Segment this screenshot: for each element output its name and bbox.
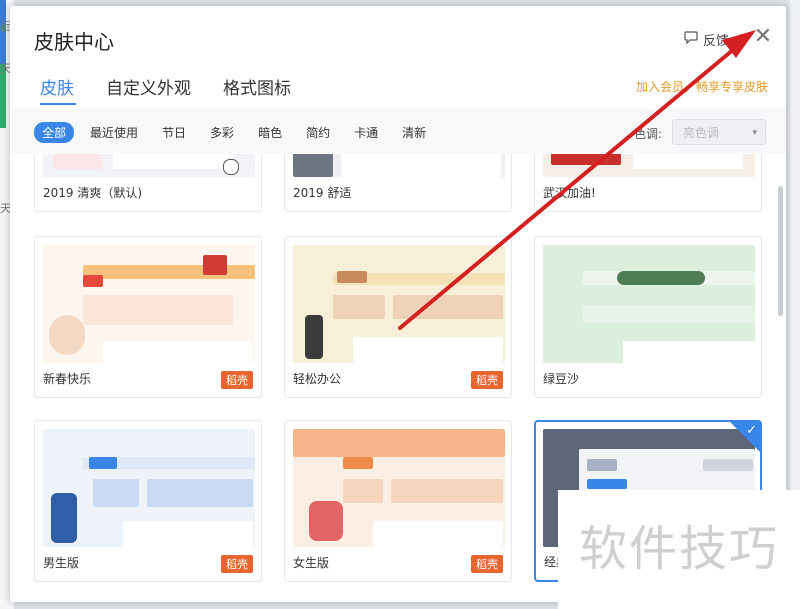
skin-card[interactable]: 男生版 稻壳: [34, 420, 262, 582]
filter-chip-fresh[interactable]: 清新: [394, 122, 434, 143]
skin-card[interactable]: 女生版 稻壳: [284, 420, 512, 582]
tab-skins[interactable]: 皮肤: [40, 74, 74, 99]
skin-name: 新春快乐: [43, 372, 92, 386]
docer-badge: 稻壳: [221, 371, 253, 389]
docer-badge: 稻壳: [471, 555, 503, 573]
filter-chip-dark[interactable]: 暗色: [250, 122, 290, 143]
skin-name: 轻松办公: [293, 372, 342, 386]
filter-chip-all[interactable]: 全部: [34, 122, 75, 143]
watermark: 软件技巧: [558, 490, 800, 609]
active-tab-indicator: [40, 103, 76, 105]
chevron-down-icon: ▾: [752, 128, 757, 138]
skin-card[interactable]: 绿豆沙: [534, 236, 762, 398]
skin-card[interactable]: 武汉加油!: [534, 154, 762, 212]
tab-bar: 皮肤 自定义外观 格式图标: [40, 74, 291, 99]
docer-badge: 稻壳: [471, 371, 503, 389]
feedback-label: 反馈: [703, 34, 730, 49]
skin-name: 男生版: [43, 556, 80, 570]
docer-badge: 稻壳: [221, 555, 253, 573]
checkmark-icon: ✓: [746, 423, 757, 438]
filter-chip-cartoon[interactable]: 卡通: [346, 122, 386, 143]
skin-thumbnail: [293, 245, 505, 363]
skin-name: 2019 清爽（默认): [43, 186, 143, 200]
filter-chip-simple[interactable]: 简约: [298, 122, 338, 143]
skin-card[interactable]: 2019 舒适: [284, 154, 512, 212]
skin-card[interactable]: 2019 清爽（默认): [34, 154, 262, 212]
skin-thumbnail: [43, 245, 255, 363]
feedback-button[interactable]: 反馈: [684, 30, 729, 49]
skin-card[interactable]: 轻松办公 稻壳: [284, 236, 512, 398]
skin-name: 2019 舒适: [293, 186, 352, 200]
skin-card[interactable]: 新春快乐 稻壳: [34, 236, 262, 398]
tab-custom-appearance[interactable]: 自定义外观: [106, 74, 191, 99]
skin-thumbnail: [543, 245, 755, 363]
chat-bubble-icon: [684, 31, 698, 48]
tone-select-value: 亮色调: [683, 126, 720, 140]
filter-chip-holiday[interactable]: 节日: [154, 122, 194, 143]
membership-promo-link[interactable]: 加入会员，畅享专享皮肤: [636, 78, 768, 95]
grid-scrollbar[interactable]: [778, 186, 783, 316]
tone-label: 色调:: [634, 127, 663, 141]
skin-thumbnail: [43, 154, 255, 177]
tab-format-icons[interactable]: 格式图标: [223, 74, 291, 99]
filter-chip-recent[interactable]: 最近使用: [82, 122, 146, 143]
skin-name: 绿豆沙: [543, 372, 580, 386]
skin-thumbnail: [293, 429, 505, 547]
filter-chip-colorful[interactable]: 多彩: [202, 122, 242, 143]
skin-name: 武汉加油!: [543, 186, 596, 200]
dialog-title: 皮肤中心: [34, 30, 114, 54]
close-icon[interactable]: ✕: [750, 24, 776, 50]
skin-name: 女生版: [293, 556, 330, 570]
filter-bar: 全部 最近使用 节日 多彩 暗色 简约 卡通 清新 色调: 亮色调 ▾: [10, 109, 786, 153]
skin-thumbnail: [293, 154, 505, 177]
skin-thumbnail: [43, 429, 255, 547]
skin-thumbnail: [543, 154, 755, 177]
tone-select[interactable]: 亮色调 ▾: [672, 119, 766, 145]
